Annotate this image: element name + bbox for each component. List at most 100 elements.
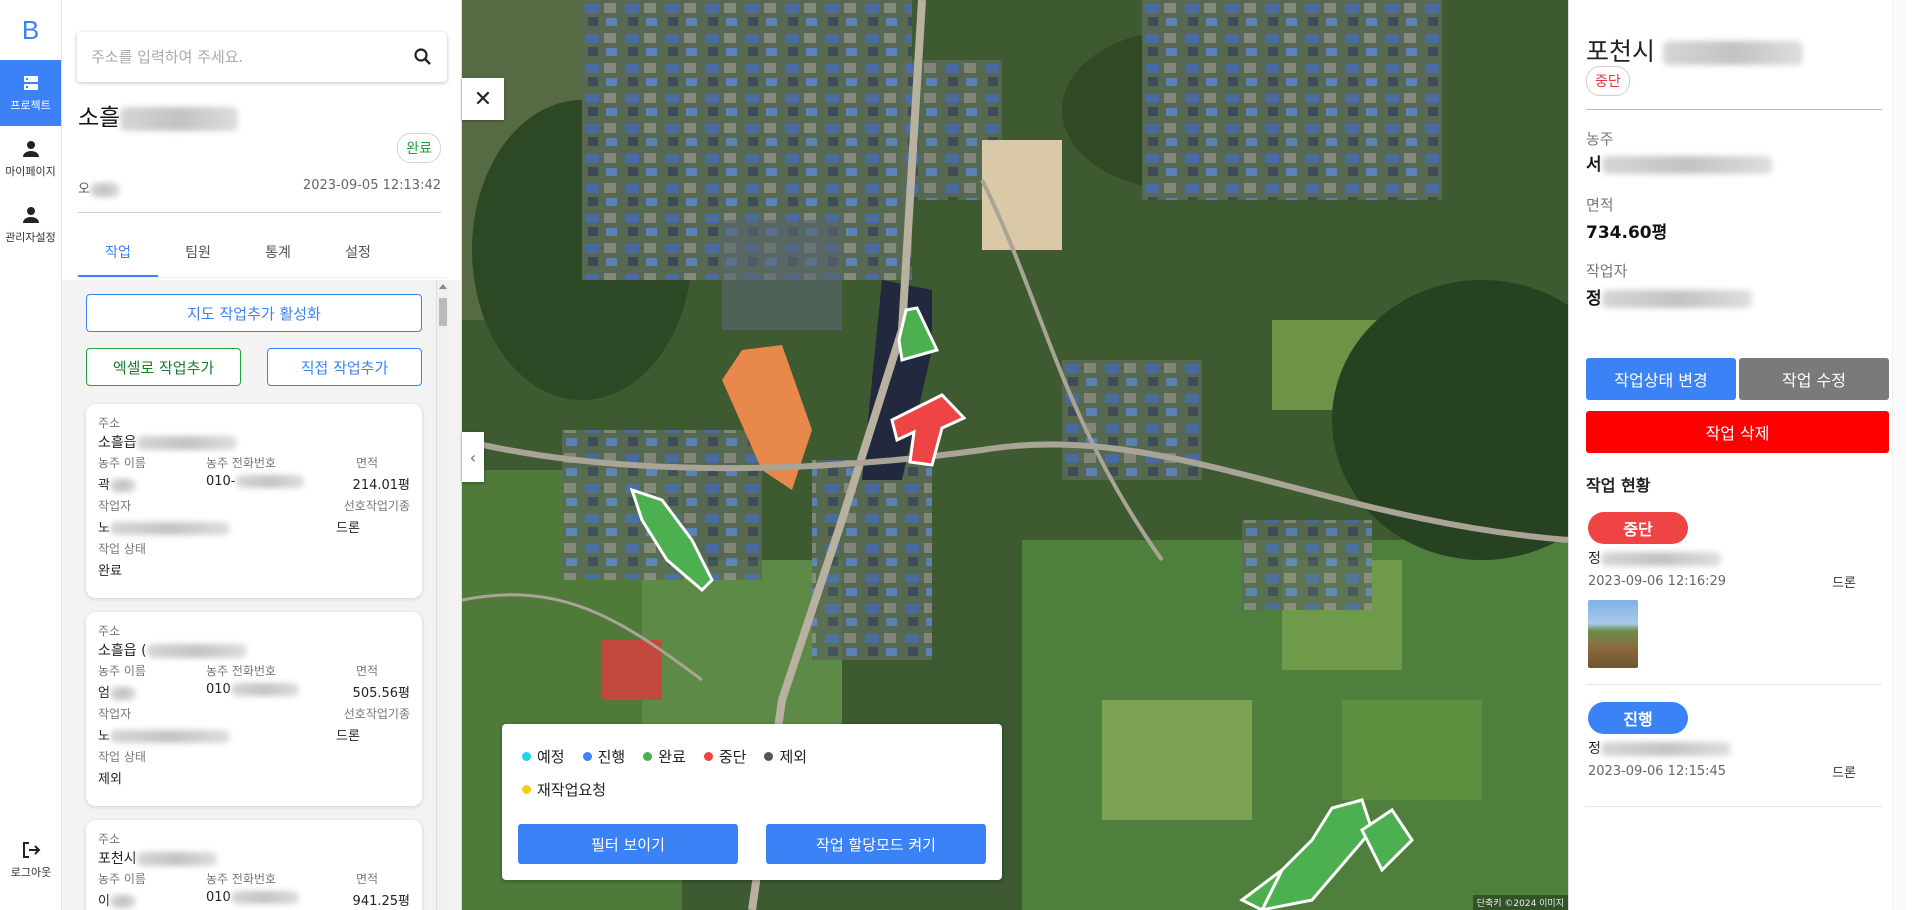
history-type: 드론 [1832,576,1856,591]
address-value: 소흘읍 [98,432,237,452]
worker-value: 노 [98,517,230,536]
owner-value: 서 [1586,150,1772,175]
project-panel: 소흘 완료 오 2023-09-05 12:13:42 작업 팀원 통계 설정 … [62,0,462,910]
worker-label: 작업자 [1586,262,1628,280]
filter-button[interactable]: 필터 보이기 [518,824,738,864]
detail-status-badge: 중단 [1586,66,1630,96]
admin-icon [22,207,39,223]
chevron-left-icon[interactable]: ‹ [462,432,484,482]
detail-scrollbar[interactable] [1892,0,1906,910]
legend-dot [522,785,531,794]
worker-label: 작업자 [98,707,132,721]
excel-add-button[interactable]: 엑셀로 작업추가 [86,348,241,386]
list-scrollbar[interactable] [436,280,448,910]
person-icon [22,141,39,157]
address-value: 포천시 [98,848,217,868]
status-value: 완료 [98,564,122,579]
owner-phone-label: 농주 전화번호 [206,664,277,678]
rail-item-admin-label: 관리자설정 [5,231,56,244]
address-text: 소흘읍 [98,435,137,451]
tab-stats[interactable]: 통계 [238,238,318,277]
history-worker: 정 [1588,738,1731,758]
owner-phone-label: 농주 전화번호 [206,872,277,886]
divider [1586,806,1882,807]
rail-item-project[interactable]: 프로젝트 [0,60,61,126]
preferred-type-value: 드론 [336,729,360,744]
history-title: 작업 현황 [1586,476,1651,495]
delete-work-button[interactable]: 작업 삭제 [1586,411,1889,453]
owner-phone-text: 010- [206,474,236,489]
preferred-type-label: 선호작업기종 [343,707,410,721]
worker-value: 정 [1586,284,1752,309]
legend-progress: 진행 [582,746,625,767]
legend-dot [582,752,592,761]
owner-name-value: 엄 [98,682,136,701]
history-status-pill: 중단 [1588,512,1688,544]
detail-title: 포천시 [1586,32,1803,68]
project-title: 소흘 [78,98,239,132]
legend-label: 완료 [658,748,686,766]
history-worker-text: 정 [1588,551,1601,567]
history-status-pill: 진행 [1588,702,1688,734]
owner-name-label: 농주 이름 [98,664,146,678]
address-text: 포천시 [98,851,137,867]
address-label: 주소 [98,416,121,430]
app-root: B 프로젝트 마이페이지 관리자설정 로그아웃 소흘 완료 오 2023-09-… [0,0,1920,910]
rail-item-mypage-label: 마이페이지 [5,165,56,178]
worker-text: 노 [98,729,110,744]
owner-name-text: 곽 [98,478,110,493]
owner-phone-text: 010 [206,682,231,697]
direct-add-button[interactable]: 직접 작업추가 [267,348,422,386]
area-label: 면적 [356,872,379,886]
legend-rework: 재작업요청 [522,779,606,800]
area-label: 면적 [1586,196,1614,214]
address-text: 소흘읍 ( [98,643,147,659]
left-rail: B 프로젝트 마이페이지 관리자설정 로그아웃 [0,0,62,910]
map-attribution: 단축키 ©2024 이미지 [1472,895,1568,910]
legend-dot [643,752,653,761]
rail-item-project-label: 프로젝트 [10,99,51,112]
app-logo[interactable]: B [0,0,61,60]
legend-row: 재작업요청 [522,779,606,800]
project-icon [23,76,38,90]
legend-row: 예정 진행 완료 중단 제외 [522,746,807,767]
owner-name-text: 엄 [98,686,110,701]
assign-mode-button[interactable]: 작업 할당모드 켜기 [766,824,986,864]
area-label: 면적 [356,664,379,678]
worker-value: 노 [98,725,230,744]
work-card[interactable]: 주소 포천시 농주 이름 농주 전화번호 면적 이 010 941.25평 [86,820,422,910]
rail-item-mypage[interactable]: 마이페이지 [0,126,61,192]
history-type: 드론 [1832,766,1856,781]
legend-label: 중단 [718,748,747,766]
divider [78,212,441,213]
close-icon[interactable]: ✕ [462,78,504,120]
project-date: 2023-09-05 12:13:42 [302,178,441,193]
project-status-badge: 완료 [397,133,441,163]
status-label: 작업 상태 [98,542,146,556]
work-card[interactable]: 주소 소흘읍 농주 이름 농주 전화번호 면적 곽 010- 214.01평 작… [86,404,422,598]
change-status-button[interactable]: 작업상태 변경 [1586,358,1736,400]
tab-work[interactable]: 작업 [78,238,158,277]
search-icon[interactable] [413,47,433,67]
search-input[interactable] [91,48,413,66]
map-legend: 예정 진행 완료 중단 제외 재작업요청 필터 보이기 작업 할당모드 켜기 [502,724,1002,880]
map-add-button[interactable]: 지도 작업추가 활성화 [86,294,422,332]
history-photo[interactable] [1588,600,1638,668]
tab-settings[interactable]: 설정 [318,238,398,277]
owner-label: 농주 [1586,130,1614,148]
rail-item-admin[interactable]: 관리자설정 [0,192,61,258]
project-owner: 오 [78,178,120,197]
status-value: 제외 [98,772,122,787]
worker-label: 작업자 [98,499,132,513]
work-card[interactable]: 주소 소흘읍 ( 농주 이름 농주 전화번호 면적 엄 010 505.56평 … [86,612,422,806]
area-value: 941.25평 [352,894,410,909]
owner-phone-label: 농주 전화번호 [206,456,277,470]
owner-name-text: 이 [98,894,110,909]
logout-label: 로그아웃 [10,866,52,879]
edit-work-button[interactable]: 작업 수정 [1739,358,1889,400]
logout-button[interactable]: 로그아웃 [0,840,62,880]
tab-members[interactable]: 팀원 [158,238,238,277]
history-date: 2023-09-06 12:15:45 [1588,764,1727,779]
area-label: 면적 [356,456,379,470]
scroll-thumb[interactable] [439,298,447,326]
